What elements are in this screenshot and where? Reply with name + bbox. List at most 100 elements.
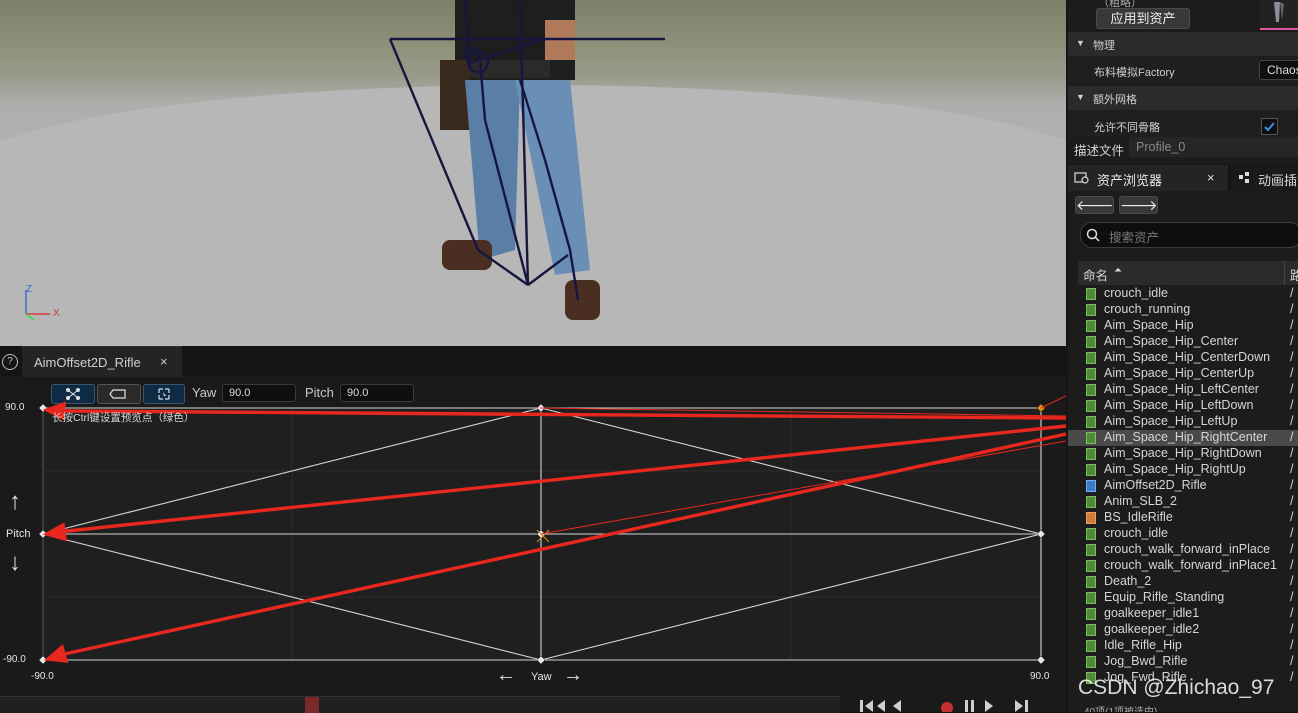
yaw-right-arrow: →	[563, 664, 583, 686]
anim-slot-icon	[1239, 172, 1249, 183]
asset-row[interactable]: Aim_Space_Hip_LeftCenter /	[1068, 382, 1298, 398]
asset-row[interactable]: Aim_Space_Hip_CenterDown /	[1068, 350, 1298, 366]
asset-row[interactable]: Aim_Space_Hip_RightDown /	[1068, 446, 1298, 462]
step-forward-icon	[1015, 700, 1023, 712]
asset-row[interactable]: AimOffset2D_Rifle /	[1068, 478, 1298, 494]
column-name-header[interactable]: 命名	[1083, 265, 1108, 284]
asset-search-box[interactable]: 搜索资产	[1080, 222, 1298, 248]
asset-row[interactable]: crouch_running /	[1068, 302, 1298, 318]
asset-name: Aim_Space_Hip	[1104, 318, 1194, 332]
timeline-bar[interactable]	[0, 696, 840, 713]
asset-name: crouch_running	[1104, 302, 1191, 316]
x-min-label: -90.0	[31, 671, 54, 682]
asset-row[interactable]: Death_2 /	[1068, 574, 1298, 590]
animation-sequence-icon	[1086, 624, 1096, 636]
sort-ascending-icon[interactable]: ⏶	[1114, 265, 1122, 276]
asset-row[interactable]: crouch_idle /	[1068, 286, 1298, 302]
asset-row[interactable]: Equip_Rifle_Standing /	[1068, 590, 1298, 606]
prop-label: 允许不同骨骼	[1094, 122, 1160, 134]
asset-name: crouch_walk_forward_inPlace	[1104, 542, 1271, 556]
asset-name: Aim_Space_Hip_LeftCenter	[1104, 382, 1259, 396]
blend-space-grid[interactable]	[0, 346, 1066, 712]
checkmark-icon	[1264, 122, 1275, 132]
animation-sequence-icon	[1086, 544, 1096, 556]
asset-row[interactable]: crouch_idle /	[1068, 526, 1298, 542]
back-button[interactable]: 🡐	[1075, 196, 1114, 214]
asset-row[interactable]: Aim_Space_Hip_CenterUp /	[1068, 366, 1298, 382]
asset-row[interactable]: BS_IdleRifle /	[1068, 510, 1298, 526]
asset-path: /	[1290, 414, 1294, 428]
asset-name: Idle_Rifle_Hip	[1104, 638, 1182, 652]
asset-row[interactable]: Jog_Bwd_Rifle /	[1068, 654, 1298, 670]
asset-row[interactable]: Anim_SLB_2 /	[1068, 494, 1298, 510]
preview-hint: 长按Ctrl键设置预览点（绿色）	[52, 412, 195, 424]
asset-name: Aim_Space_Hip_Center	[1104, 334, 1239, 348]
asset-row[interactable]: Aim_Space_Hip_Center /	[1068, 334, 1298, 350]
asset-name: Aim_Space_Hip_RightDown	[1104, 446, 1262, 460]
asset-row[interactable]: goalkeeper_idle1 /	[1068, 606, 1298, 622]
asset-path: /	[1290, 670, 1294, 684]
blend-space-icon	[1086, 512, 1096, 524]
asset-row[interactable]: crouch_walk_forward_inPlace /	[1068, 542, 1298, 558]
asset-path: /	[1290, 478, 1294, 492]
asset-name: Death_2	[1104, 574, 1152, 588]
asset-path: /	[1290, 654, 1294, 668]
apply-to-asset-button[interactable]: 应用到资产	[1096, 8, 1190, 29]
animation-sequence-icon	[1086, 320, 1096, 332]
profile-row: 描述文件 Profile_0	[1068, 137, 1298, 159]
step-back-icon	[865, 700, 873, 712]
pause-icon	[965, 700, 968, 712]
tab-anim-slot[interactable]: 动画插	[1231, 165, 1298, 191]
cloth-factory-dropdown[interactable]: Chaos	[1259, 60, 1298, 80]
allow-diff-skeleton-checkbox[interactable]	[1261, 118, 1278, 135]
character-preview	[388, 0, 665, 320]
asset-path: /	[1290, 622, 1294, 636]
animation-sequence-icon	[1086, 288, 1096, 300]
character-thumbnail-icon	[1274, 2, 1284, 22]
profile-dropdown[interactable]: Profile_0	[1129, 137, 1298, 157]
play-icon	[985, 700, 993, 712]
asset-row[interactable]: Aim_Space_Hip /	[1068, 318, 1298, 334]
playback-controls[interactable]	[855, 698, 1065, 712]
forward-button[interactable]: 🡒	[1119, 196, 1158, 214]
animation-sequence-icon	[1086, 592, 1096, 604]
animation-sequence-icon	[1086, 576, 1096, 588]
asset-path: /	[1290, 446, 1294, 460]
profile-label: 描述文件	[1074, 144, 1125, 158]
asset-path: /	[1290, 430, 1294, 444]
close-icon[interactable]: ×	[1207, 170, 1215, 185]
asset-list: crouch_idle / crouch_running / Aim_Space_Hip…	[1068, 286, 1298, 686]
prop-cloth-factory: 布料模拟Factory Chaos	[1068, 57, 1298, 83]
column-divider[interactable]	[1284, 261, 1285, 285]
asset-name: Jog_Bwd_Rifle	[1104, 654, 1188, 668]
asset-path: /	[1290, 302, 1294, 316]
category-physics[interactable]: ▼ 物理	[1068, 32, 1298, 56]
animation-sequence-icon	[1086, 448, 1096, 460]
asset-name: Aim_Space_Hip_RightUp	[1104, 462, 1246, 476]
asset-path: /	[1290, 574, 1294, 588]
animation-sequence-icon	[1086, 416, 1096, 428]
asset-row[interactable]: Aim_Space_Hip_LeftDown /	[1068, 398, 1298, 414]
tab-asset-browser[interactable]: 资产浏览器 ×	[1068, 165, 1228, 191]
asset-row[interactable]: goalkeeper_idle2 /	[1068, 622, 1298, 638]
asset-name: Aim_Space_Hip_RightCenter	[1104, 430, 1268, 444]
asset-row[interactable]: Idle_Rifle_Hip /	[1068, 638, 1298, 654]
timeline-scrubber[interactable]	[305, 697, 319, 713]
category-extra-mesh[interactable]: ▼ 额外网格	[1068, 86, 1298, 110]
asset-path: /	[1290, 286, 1294, 300]
axis-x-label: X	[53, 308, 60, 319]
3d-viewport[interactable]: Z X	[0, 0, 1066, 346]
asset-path: /	[1290, 462, 1294, 476]
asset-row[interactable]: Aim_Space_Hip_LeftUp /	[1068, 414, 1298, 430]
animation-sequence-icon	[1086, 336, 1096, 348]
asset-row[interactable]: crouch_walk_forward_inPlace1 /	[1068, 558, 1298, 574]
category-label: 额外网格	[1093, 94, 1137, 106]
aim-offset-icon	[1086, 480, 1096, 492]
asset-row[interactable]: Aim_Space_Hip_RightUp /	[1068, 462, 1298, 478]
asset-path: /	[1290, 590, 1294, 604]
pitch-down-arrow: ↓	[9, 549, 21, 576]
animation-sequence-icon	[1086, 528, 1096, 540]
column-path-header[interactable]: 路	[1290, 265, 1298, 284]
asset-row[interactable]: Aim_Space_Hip_RightCenter /	[1068, 430, 1298, 446]
animation-sequence-icon	[1086, 400, 1096, 412]
